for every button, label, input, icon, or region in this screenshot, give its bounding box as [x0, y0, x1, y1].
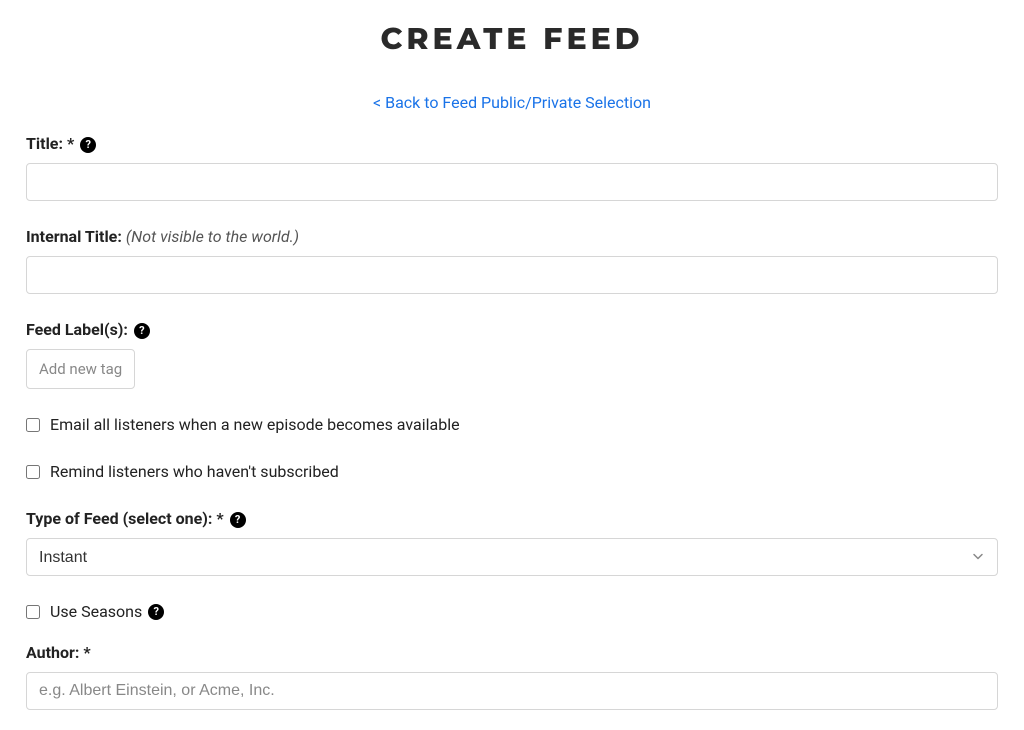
feed-labels-tag-input[interactable]: Add new tag: [26, 349, 135, 389]
author-required: *: [83, 643, 90, 662]
page-title: CREATE FEED: [26, 20, 998, 57]
author-label: Author: *: [26, 643, 998, 662]
help-icon[interactable]: ?: [148, 604, 164, 620]
internal-title-label-text: Internal Title:: [26, 227, 122, 246]
internal-title-input[interactable]: [26, 256, 998, 294]
feed-type-label-text: Type of Feed (select one):: [26, 509, 212, 528]
email-listeners-checkbox[interactable]: [26, 418, 40, 432]
feed-labels-label: Feed Label(s): ?: [26, 320, 998, 339]
feed-labels-label-text: Feed Label(s):: [26, 320, 128, 339]
feed-type-required: *: [216, 509, 223, 528]
internal-title-subtext: (Not visible to the world.): [126, 227, 299, 246]
remind-listeners-checkbox[interactable]: [26, 465, 40, 479]
author-label-text: Author:: [26, 643, 79, 662]
email-listeners-label: Email all listeners when a new episode b…: [50, 415, 460, 434]
help-icon[interactable]: ?: [230, 512, 246, 528]
back-link[interactable]: < Back to Feed Public/Private Selection: [26, 93, 998, 112]
feed-type-label: Type of Feed (select one): * ?: [26, 509, 998, 528]
title-label-text: Title:: [26, 134, 63, 153]
use-seasons-checkbox[interactable]: [26, 605, 40, 619]
author-input[interactable]: [26, 672, 998, 710]
feed-type-select[interactable]: Instant: [26, 538, 998, 576]
use-seasons-label: Use Seasons: [50, 602, 142, 621]
title-label: Title: * ?: [26, 134, 998, 153]
title-required: *: [67, 134, 74, 153]
help-icon[interactable]: ?: [80, 137, 96, 153]
help-icon[interactable]: ?: [134, 323, 150, 339]
internal-title-label: Internal Title: (Not visible to the worl…: [26, 227, 998, 246]
title-input[interactable]: [26, 163, 998, 201]
remind-listeners-label: Remind listeners who haven't subscribed: [50, 462, 339, 481]
